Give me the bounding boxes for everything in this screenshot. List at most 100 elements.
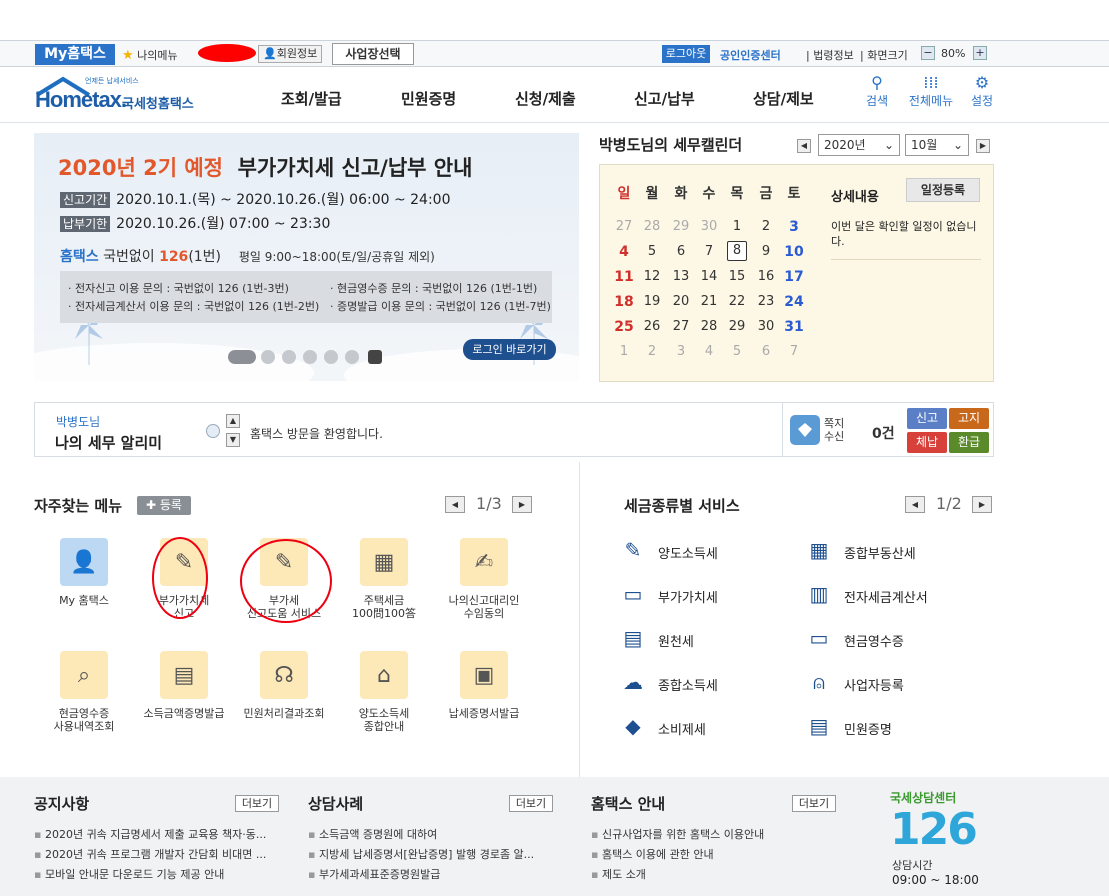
pagination-dot[interactable] [303,350,317,364]
tax-service-link[interactable]: 종합소득세 [658,675,718,694]
calendar-day[interactable]: 23 [752,294,780,309]
calendar-day[interactable]: 26 [638,319,666,334]
footer-list-item[interactable]: ▪ 제도 소개 [591,866,646,882]
footer-list-item[interactable]: ▪ 지방세 납세증명서[완납증명] 발행 경로좀 알... [308,846,534,862]
quick-menu-item[interactable]: ▤ [160,651,208,699]
calendar-day[interactable]: 1 [723,219,751,234]
refund-button[interactable]: 환급 [949,432,989,453]
calendar-day-outside[interactable]: 2 [638,344,666,359]
quick-menu-item[interactable]: ☊ [260,651,308,699]
tax-service-link[interactable]: 부가가치세 [658,587,718,606]
quick-menu-item[interactable]: ▦ [360,538,408,586]
nav-apply[interactable]: 신청/제출 [515,88,576,109]
scroll-up-icon[interactable]: ▲ [226,414,240,428]
calendar-day[interactable]: 21 [695,294,723,309]
pagination-dot[interactable] [324,350,338,364]
zoom-in-button[interactable]: + [973,46,987,60]
quick-menu-label[interactable]: 주택세금 100問100答 [334,594,434,620]
footer-list-item[interactable]: ▪ 부가세과세표준증명원발급 [308,866,440,882]
nav-report-pay[interactable]: 신고/납부 [634,88,695,109]
calendar-day[interactable]: 10 [780,244,808,260]
pause-icon[interactable] [368,350,382,364]
footer-list-item[interactable]: ▪ 모바일 안내문 다운로드 기능 제공 안내 [34,866,224,882]
calendar-day-outside[interactable]: 28 [638,219,666,234]
calendar-day[interactable]: 9 [752,244,780,259]
pagination-dot-active[interactable] [228,350,256,364]
pagination-dot[interactable] [282,350,296,364]
calendar-day[interactable]: 25 [610,319,638,335]
footer-list-item[interactable]: ▪ 2020년 귀속 프로그램 개발자 간담회 비대면 ... [34,846,266,862]
pagination-dot[interactable] [261,350,275,364]
nav-inquiry[interactable]: 조회/발급 [281,88,342,109]
calendar-day[interactable]: 31 [780,319,808,335]
pagination-dot[interactable] [345,350,359,364]
year-select[interactable]: 2020년 ⌄ [818,134,900,156]
arrears-button[interactable]: 체납 [907,432,947,453]
month-select[interactable]: 10월 ⌄ [905,134,969,156]
nav-civil-cert[interactable]: 민원증명 [401,88,456,109]
logout-button[interactable]: 로그아웃 [662,45,710,63]
tax-service-link[interactable]: 소비제세 [658,719,706,738]
note-count[interactable]: 0건 [872,423,895,443]
calendar-day[interactable]: 2 [752,219,780,234]
calendar-day-outside[interactable]: 5 [723,344,751,359]
tax-service-link[interactable]: 종합부동산세 [844,543,916,562]
calendar-day[interactable]: 24 [780,294,808,310]
calendar-day-outside[interactable]: 27 [610,219,638,234]
calendar-day[interactable]: 11 [610,269,638,285]
calendar-day-outside[interactable]: 6 [752,344,780,359]
prev-page-icon[interactable]: ◀ [905,496,925,513]
tax-service-link[interactable]: 현금영수증 [844,631,904,650]
calendar-day-outside[interactable]: 1 [610,344,638,359]
login-shortcut-button[interactable]: 로그인 바로가기 [463,339,556,360]
business-select-button[interactable]: 사업장선택 [332,43,414,65]
footer-list-item[interactable]: ▪ 신규사업자를 위한 홈택스 이용안내 [591,826,764,842]
quick-menu-item[interactable]: ⌕ [60,651,108,699]
prev-page-icon[interactable]: ◀ [445,496,465,513]
calendar-day[interactable]: 6 [667,244,695,259]
calendar-day[interactable]: 8 [727,241,747,261]
quick-menu-label[interactable]: 민원처리결과조회 [234,707,334,720]
quick-menu-item[interactable]: ✍ [460,538,508,586]
calendar-day[interactable]: 29 [723,319,751,334]
calendar-day-outside[interactable]: 7 [780,344,808,359]
quick-menu-label[interactable]: My 홈택스 [34,594,134,607]
calendar-day[interactable]: 18 [610,294,638,310]
next-arrow-icon[interactable]: ▶ [976,139,990,153]
tax-service-link[interactable]: 전자세금계산서 [844,587,928,606]
calendar-day[interactable]: 7 [695,244,723,259]
calendar-day[interactable]: 3 [780,219,808,235]
prev-arrow-icon[interactable]: ◀ [797,139,811,153]
next-page-icon[interactable]: ▶ [972,496,992,513]
zoom-out-button[interactable]: − [921,46,935,60]
quick-menu-item[interactable]: ▣ [460,651,508,699]
calendar-day-outside[interactable]: 29 [667,219,695,234]
hometax-logo[interactable]: 언제든 납세서비스 Hometax. 국세청홈택스 [35,73,215,115]
add-schedule-button[interactable]: 일정등록 [906,178,980,202]
calendar-day-outside[interactable]: 30 [695,219,723,234]
all-menu-button[interactable]: ⁞⁞⁞ 전체메뉴 [903,74,959,109]
add-menu-button[interactable]: ✚ 등록 [137,496,191,515]
notices-more-button[interactable]: 더보기 [235,795,279,812]
member-info-button[interactable]: 👤회원정보 [258,45,323,63]
calendar-day[interactable]: 13 [667,269,695,284]
tax-service-link[interactable]: 양도소득세 [658,543,718,562]
tax-service-link[interactable]: 원천세 [658,631,694,650]
calendar-day-outside[interactable]: 3 [667,344,695,359]
calendar-day[interactable]: 30 [752,319,780,334]
calendar-day[interactable]: 15 [723,269,751,284]
myhome-button[interactable]: My홈택스 [35,44,115,65]
calendar-day[interactable]: 28 [695,319,723,334]
my-menu-link[interactable]: ★ 나의메뉴 [122,47,178,63]
calendar-day[interactable]: 27 [667,319,695,334]
calendar-day[interactable]: 4 [610,244,638,260]
calendar-day[interactable]: 5 [638,244,666,259]
note-icon[interactable] [790,415,820,445]
quick-menu-label[interactable]: 납세증명서발급 [434,707,534,720]
footer-list-item[interactable]: ▪ 소득금액 증명원에 대하여 [308,826,437,842]
calendar-day[interactable]: 20 [667,294,695,309]
search-button[interactable]: ⚲ 검색 [857,74,897,109]
quick-menu-item[interactable]: 👤 [60,538,108,586]
calendar-day[interactable]: 17 [780,269,808,285]
footer-list-item[interactable]: ▪ 2020년 귀속 지급명세서 제출 교육용 책자·동... [34,826,266,842]
